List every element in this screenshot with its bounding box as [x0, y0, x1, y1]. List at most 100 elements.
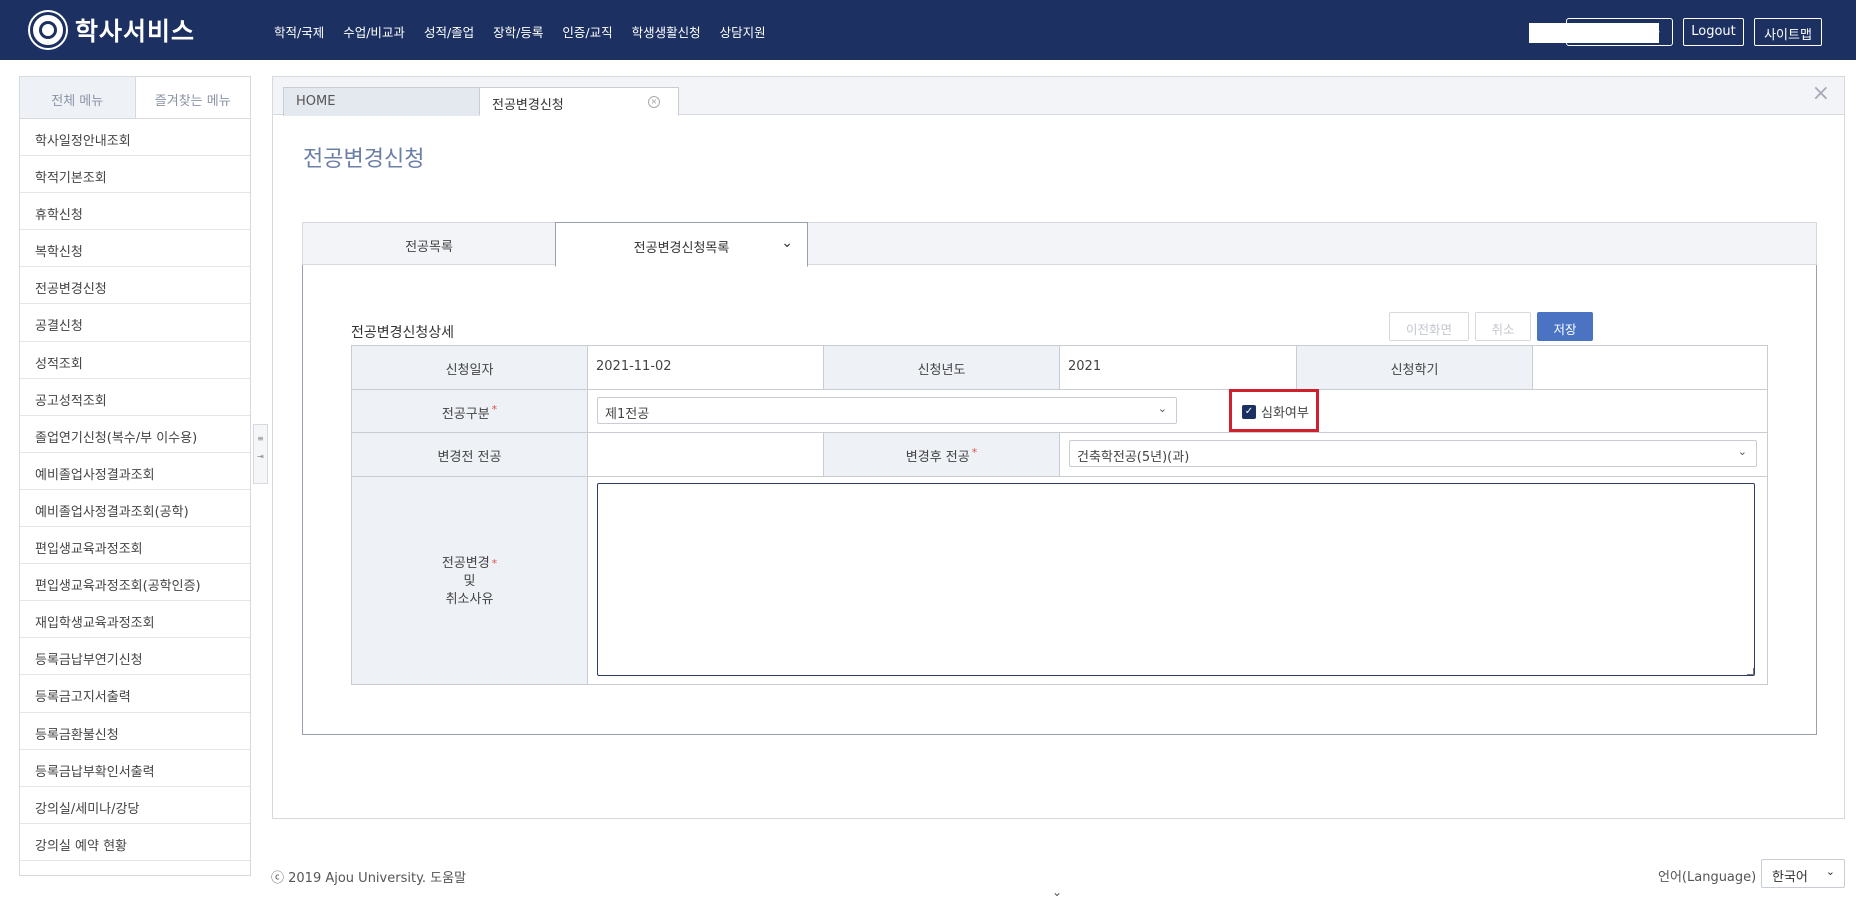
- tab-major-list[interactable]: 전공목록: [303, 222, 556, 265]
- sidebar-item[interactable]: 강의실 예약 현황: [20, 824, 250, 861]
- form-row-apply: 신청일자 2021-11-02 신청년도 2021 신청학기: [352, 346, 1767, 390]
- sidebar-item[interactable]: 학사일정안내조회: [20, 119, 250, 157]
- sidebar-item[interactable]: 등록금납부확인서출력: [20, 750, 250, 787]
- language-label: 언어(Language): [1658, 870, 1757, 885]
- tab-major-change-list[interactable]: 전공변경신청목록 ⌄: [555, 222, 808, 267]
- collapse-arrow-icon: ⇥: [257, 452, 264, 461]
- sidebar-item[interactable]: 등록금환불신청: [20, 713, 250, 750]
- tab-major-change[interactable]: 전공변경신청 ×: [479, 87, 679, 116]
- prev-screen-button[interactable]: 이전화면: [1389, 312, 1469, 341]
- major-type-select[interactable]: 제1전공 ⌄: [597, 397, 1177, 424]
- nav-item-grades[interactable]: 성적/졸업: [424, 22, 474, 41]
- nav-item-counseling[interactable]: 상담지원: [720, 22, 766, 41]
- content-panel: HOME 전공변경신청 × × 전공변경신청 전공목록 전공변경신청목록 ⌄ 전…: [272, 76, 1845, 819]
- sidebar-item[interactable]: 예비졸업사정결과조회(공학): [20, 490, 250, 528]
- advanced-checkbox[interactable]: ✓: [1242, 405, 1256, 419]
- top-nav: 학적/국제 수업/비교과 성적/졸업 장학/등록 인증/교직 학생생활신청 상담…: [274, 22, 785, 41]
- sidebar-item[interactable]: 편입생교육과정조회(공학인증): [20, 564, 250, 602]
- sidebar-item[interactable]: 복학신청: [20, 230, 250, 268]
- page-tabs: HOME 전공변경신청 × ×: [273, 77, 1844, 116]
- major-type-label: 전공구분 *: [352, 390, 588, 432]
- reason-textarea[interactable]: [597, 483, 1755, 676]
- chevron-down-icon: ⌄: [1825, 865, 1835, 878]
- required-mark: *: [971, 446, 978, 459]
- advanced-checkbox-highlight: ✓ 심화여부: [1229, 389, 1319, 432]
- apply-term-label: 신청학기: [1297, 346, 1533, 389]
- sidebar-item[interactable]: 재입학생교육과정조회: [20, 601, 250, 639]
- grip-icon: ≡: [257, 434, 264, 443]
- reason-label: 전공변경 * 및 취소사유: [352, 477, 588, 684]
- sidebar-item[interactable]: 휴학신청: [20, 193, 250, 231]
- advanced-checkbox-label[interactable]: 심화여부: [1261, 402, 1309, 421]
- nav-item-scholarship[interactable]: 장학/등록: [493, 22, 543, 41]
- sidebar-item[interactable]: 강의실/세미나/강당: [20, 787, 250, 824]
- reason-label-line-1: 전공변경: [441, 556, 490, 571]
- sidebar-item[interactable]: 편입생교육과정조회: [20, 527, 250, 565]
- next-major-label-text: 변경후 전공: [905, 450, 970, 465]
- nav-item-academic[interactable]: 학적/국제: [274, 22, 324, 41]
- form-row-reason: 전공변경 * 및 취소사유: [352, 477, 1767, 684]
- page-title: 전공변경신청: [303, 147, 425, 172]
- tab-home-label: HOME: [296, 94, 336, 109]
- role-select[interactable]: 학생(학부) ⌄: [1566, 18, 1673, 46]
- close-icon[interactable]: ×: [1812, 81, 1830, 106]
- sidebar-item[interactable]: 공고성적조회: [20, 379, 250, 416]
- apply-term-value: [1533, 346, 1767, 389]
- reason-label-line-2: 및: [463, 574, 476, 589]
- nav-item-class[interactable]: 수업/비교과: [343, 22, 405, 41]
- tab-close-icon[interactable]: ×: [648, 96, 660, 108]
- logout-button[interactable]: Logout: [1683, 18, 1744, 46]
- sidebar-item[interactable]: 학적기본조회: [20, 156, 250, 194]
- chevron-down-icon: ⌄: [1652, 24, 1662, 37]
- language-select-value: 한국어: [1772, 870, 1808, 885]
- form-row-major-type: 전공구분 * 제1전공 ⌄ ✓ 심화여부: [352, 389, 1767, 433]
- required-mark: *: [491, 557, 498, 570]
- form-row-major: 변경전 전공 변경후 전공 * 건축학전공(5년)(과) ⌄: [352, 433, 1767, 477]
- detail-form: 신청일자 2021-11-02 신청년도 2021 신청학기 전공구분 * 제1전…: [351, 345, 1768, 685]
- next-major-select[interactable]: 건축학전공(5년)(과) ⌄: [1069, 440, 1757, 467]
- nav-item-certification[interactable]: 인증/교직: [562, 22, 612, 41]
- sidebar-collapse-handle[interactable]: ≡ ⇥: [253, 424, 268, 484]
- resize-grip-icon[interactable]: [1747, 668, 1754, 675]
- chevron-down-icon[interactable]: ⌄: [781, 235, 793, 251]
- sidebar-item[interactable]: 전공변경신청: [20, 267, 250, 305]
- apply-year-value: 2021: [1060, 346, 1297, 389]
- tab-major-change-label: 전공변경신청: [492, 98, 564, 113]
- reason-label-line-3: 취소사유: [445, 592, 494, 607]
- logo[interactable]: 학사서비스: [30, 12, 195, 48]
- nav-item-student-life[interactable]: 학생생활신청: [632, 22, 701, 41]
- required-mark: *: [491, 403, 498, 416]
- sidebar-item[interactable]: 공결신청: [20, 304, 250, 342]
- prev-major-value: [588, 433, 824, 476]
- inner-tabs: 전공목록 전공변경신청목록 ⌄: [302, 222, 1817, 267]
- reason-cell: [588, 477, 1767, 684]
- cancel-button[interactable]: 취소: [1475, 312, 1531, 341]
- sidebar-item[interactable]: 예비졸업사정결과조회: [20, 453, 250, 490]
- copyright: ⓒ 2019 Ajou University. 도움말: [271, 871, 467, 886]
- sidebar-item[interactable]: 성적조회: [20, 342, 250, 379]
- logo-text: 학사서비스: [75, 17, 196, 46]
- sidebar-tabs: 전체 메뉴 즐겨찾는 메뉴: [20, 77, 250, 119]
- sidebar-menu: 학사일정안내조회 학적기본조회 휴학신청 복학신청 전공변경신청 공결신청 성적…: [20, 119, 250, 861]
- sidebar: 전체 메뉴 즐겨찾는 메뉴 학사일정안내조회 학적기본조회 휴학신청 복학신청 …: [19, 76, 251, 876]
- save-button[interactable]: 저장: [1537, 312, 1593, 341]
- major-type-label-text: 전공구분: [441, 407, 490, 422]
- scroll-down-icon[interactable]: ⌄: [1052, 885, 1062, 899]
- sidebar-tab-favorites[interactable]: 즐겨찾는 메뉴: [136, 77, 251, 118]
- role-select-value: 학생(학부): [1577, 28, 1635, 43]
- top-header: 학사서비스 학적/국제 수업/비교과 성적/졸업 장학/등록 인증/교직 학생생…: [0, 0, 1856, 60]
- chevron-down-icon: ⌄: [1157, 402, 1167, 415]
- tab-home[interactable]: HOME: [283, 87, 488, 116]
- chevron-down-icon: ⌄: [1737, 445, 1747, 458]
- language-select[interactable]: 한국어 ⌄: [1761, 859, 1845, 888]
- university-seal-icon: [30, 12, 66, 48]
- sidebar-item[interactable]: 등록금납부연기신청: [20, 638, 250, 676]
- sidebar-item[interactable]: 졸업연기신청(복수/부 이수용): [20, 416, 250, 453]
- section-title: 전공변경신청상세: [351, 325, 455, 341]
- apply-date-value: 2021-11-02: [588, 346, 824, 389]
- tab-major-change-list-label: 전공변경신청목록: [633, 241, 730, 256]
- sidebar-item[interactable]: 등록금고지서출력: [20, 675, 250, 713]
- sitemap-button[interactable]: 사이트맵: [1754, 18, 1822, 46]
- next-major-select-value: 건축학전공(5년)(과): [1077, 450, 1190, 465]
- sidebar-tab-all[interactable]: 전체 메뉴: [20, 77, 136, 118]
